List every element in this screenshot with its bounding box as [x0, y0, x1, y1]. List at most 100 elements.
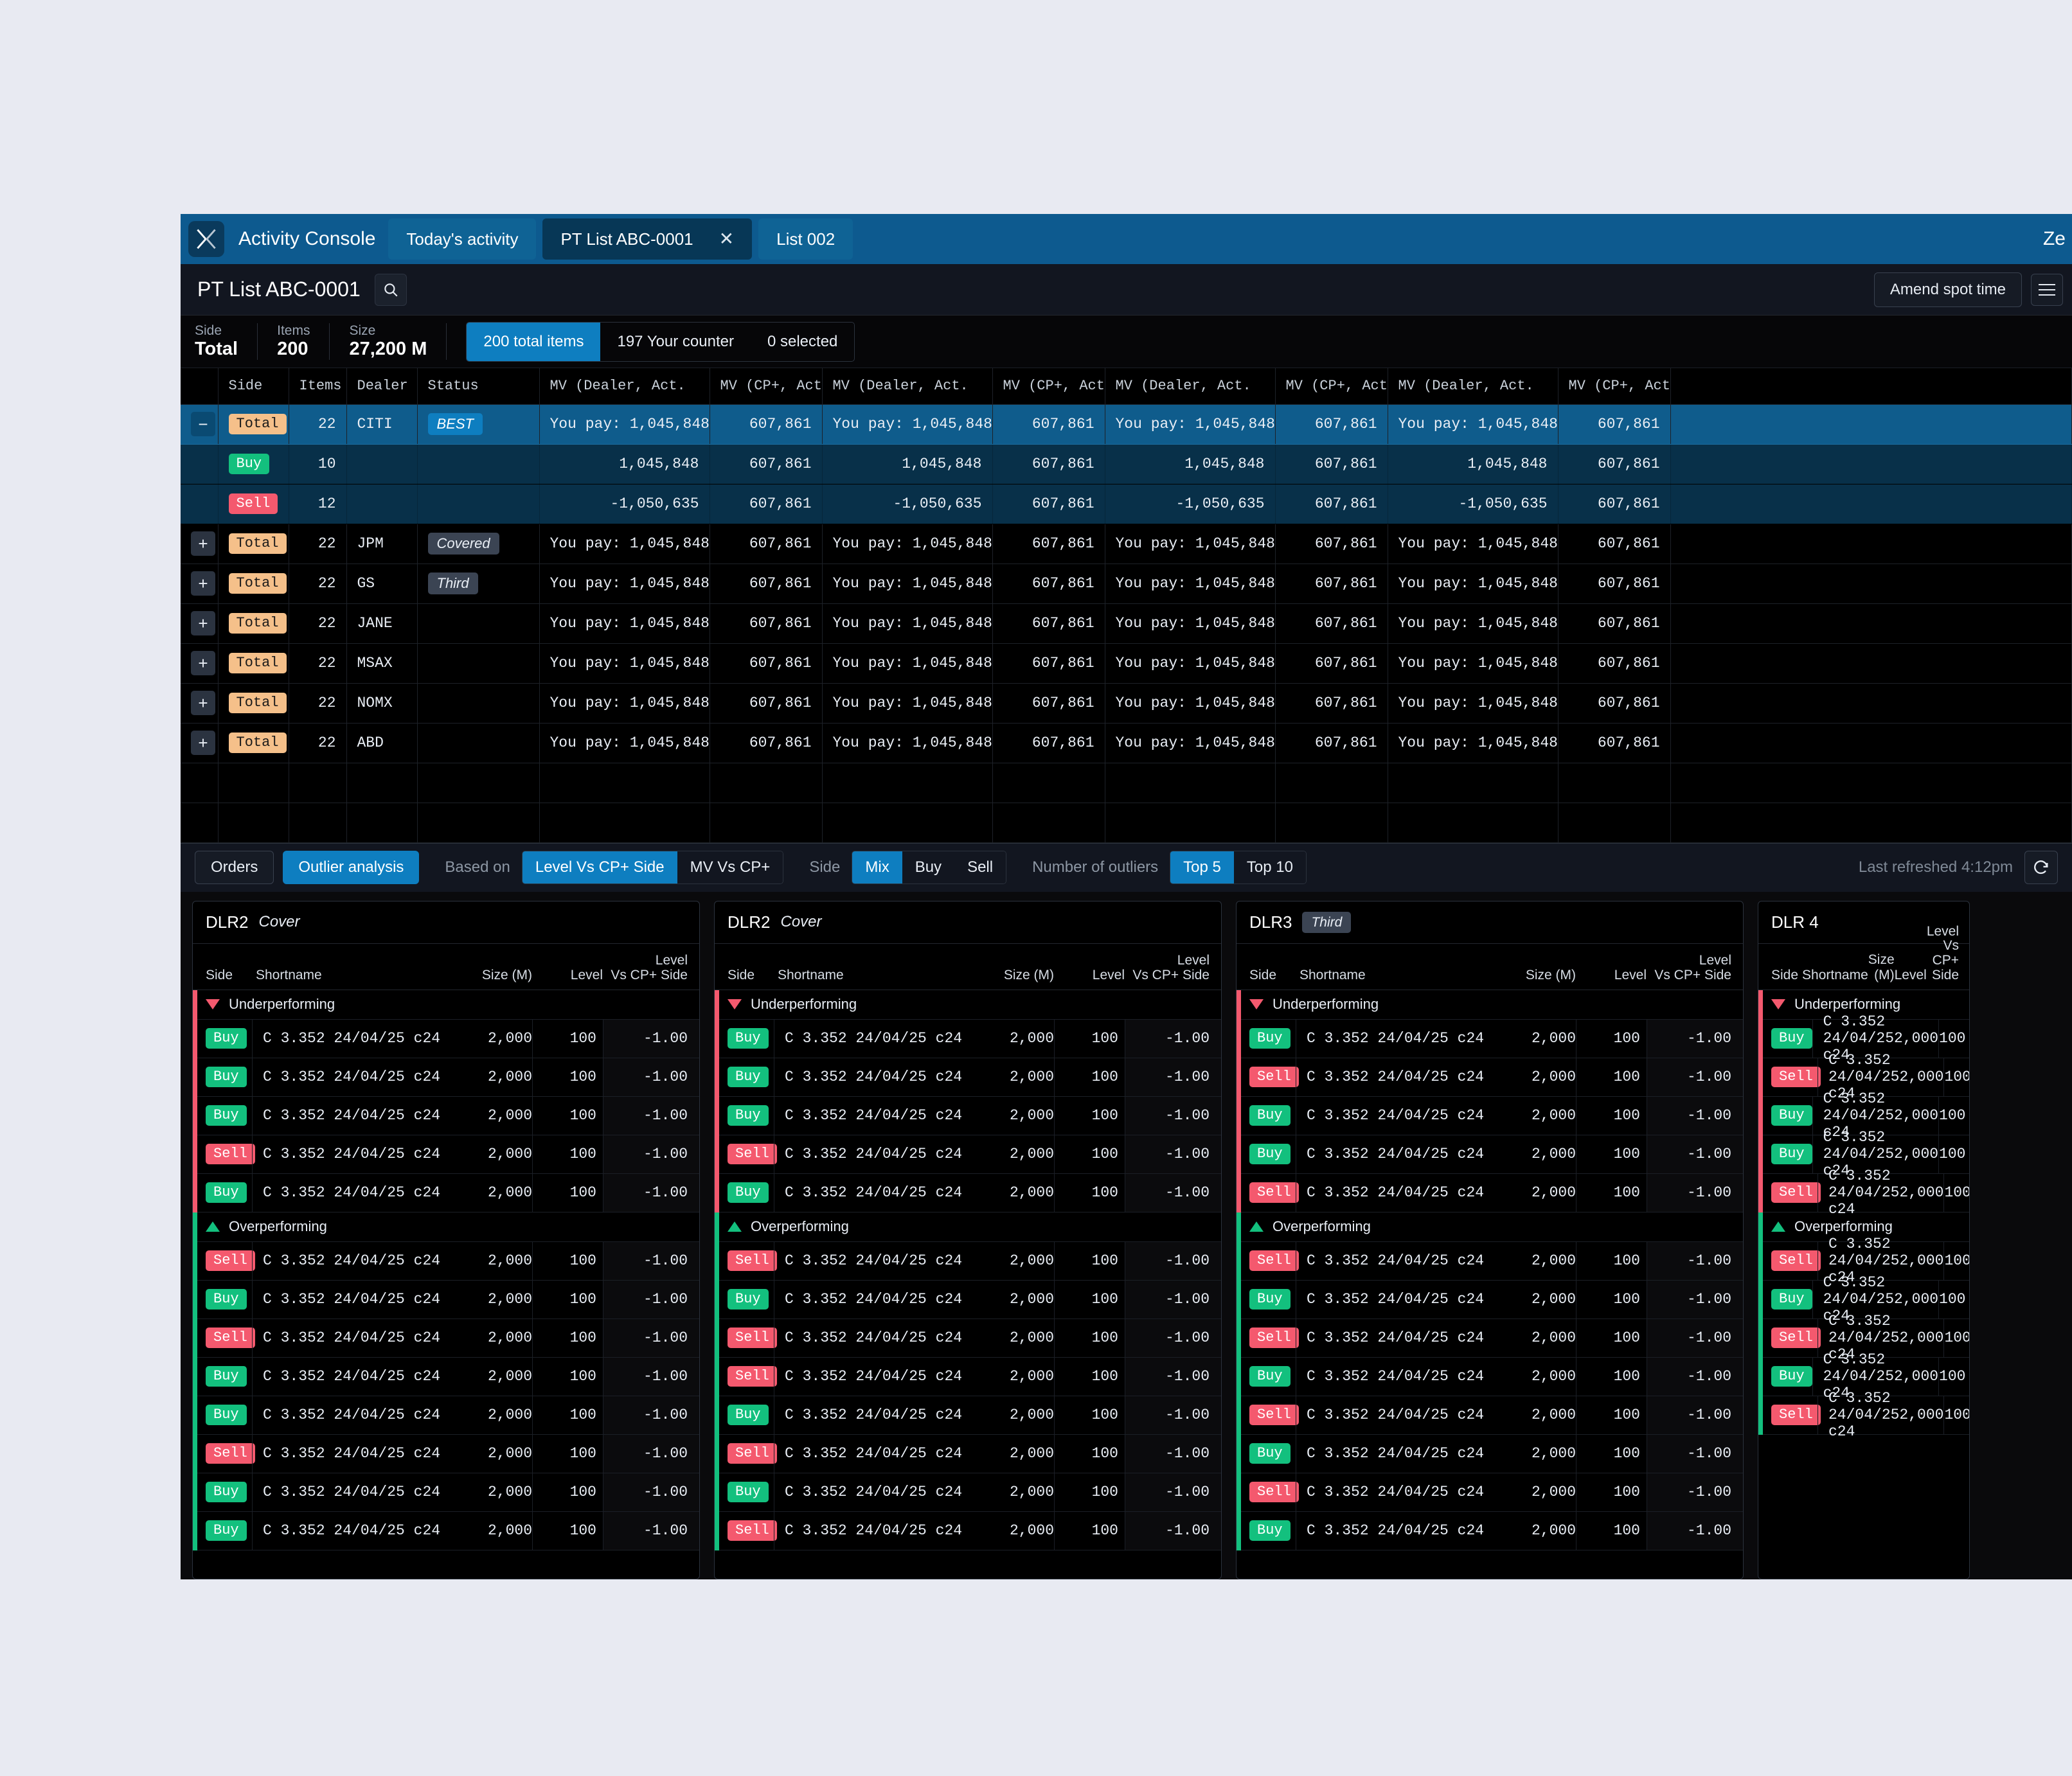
outlier-row[interactable]: BuyC 3.352 24/04/25 c24 2,000100-1.00: [715, 1058, 1221, 1097]
outlier-row[interactable]: BuyC 3.352 24/04/25 c24 2,000100-1.00: [193, 1473, 699, 1512]
expand-cell[interactable]: −: [181, 404, 219, 445]
outlier-row[interactable]: SellC 3.352 24/04/25 c242,000100-1.00: [193, 1319, 699, 1358]
table-row[interactable]: + Total 22 ABD You pay: 1,045,848 607,861 You …: [181, 723, 2072, 763]
outlier-row[interactable]: BuyC 3.352 24/04/25 c24 2,000100-1.00: [1237, 1434, 1743, 1473]
outlier-analysis-button[interactable]: Outlier analysis: [283, 851, 420, 884]
outlier-row[interactable]: SellC 3.352 24/04/25 c242,000100-1.00: [715, 1434, 1221, 1473]
outlier-row[interactable]: BuyC 3.352 24/04/25 c24 2,000100-1.00: [193, 1280, 699, 1319]
outlier-row[interactable]: BuyC 3.352 24/04/25 c24 2,000100-1.00: [193, 1019, 699, 1058]
card-col-level-vs-cp-side[interactable]: Level Vs CP+ Side: [603, 953, 699, 982]
refresh-icon[interactable]: [2024, 851, 2058, 884]
outlier-row[interactable]: BuyC 3.352 24/04/25 c24 2,000100-1.00: [193, 1396, 699, 1435]
orders-button[interactable]: Orders: [195, 851, 274, 884]
tab-list-002[interactable]: List 002: [758, 218, 853, 260]
outlier-row[interactable]: SellC 3.352 24/04/25 c242,000100-1.00: [1237, 1473, 1743, 1512]
outlier-row[interactable]: BuyC 3.352 24/04/25 c24 2,000100-1.00: [715, 1096, 1221, 1135]
outlier-row[interactable]: SellC 3.352 24/04/25 c242,000100-1.00: [193, 1434, 699, 1473]
col-side[interactable]: Side: [218, 368, 289, 405]
outlier-row[interactable]: SellC 3.352 24/04/25 c242,000100-1.00: [1758, 1390, 1969, 1440]
tab-pt-list-abc-0001[interactable]: PT List ABC-0001 ✕: [542, 218, 753, 260]
outlier-row[interactable]: BuyC 3.352 24/04/25 c24 2,000100-1.00: [193, 1096, 699, 1135]
outlier-row[interactable]: BuyC 3.352 24/04/25 c24 2,000100-1.00: [1237, 1135, 1743, 1174]
outlier-row[interactable]: SellC 3.352 24/04/25 c242,000100-1.00: [1237, 1319, 1743, 1358]
filter-your-counter[interactable]: 197 Your counter: [600, 323, 751, 361]
card-col-side[interactable]: Side: [1758, 968, 1798, 983]
outlier-row[interactable]: SellC 3.352 24/04/25 c242,000100-1.00: [715, 1357, 1221, 1396]
outlier-row[interactable]: SellC 3.352 24/04/25 c242,000100-1.00: [1237, 1396, 1743, 1435]
expand-toggle-icon[interactable]: +: [191, 531, 215, 556]
filter-selected[interactable]: 0 selected: [751, 323, 854, 361]
col-mv-cp-1[interactable]: MV (CP+, Act.): [710, 368, 823, 405]
card-col-level-vs-cp-side[interactable]: Level Vs CP+ Side: [1927, 924, 1969, 983]
outlier-row[interactable]: BuyC 3.352 24/04/25 c24 2,000100-1.00: [715, 1019, 1221, 1058]
hamburger-menu-icon[interactable]: [2031, 273, 2063, 306]
table-row[interactable]: Sell 12 -1,050,635 607,861 -1,050,635 607,861…: [181, 484, 2072, 524]
expand-toggle-icon[interactable]: +: [191, 571, 215, 596]
outlier-row[interactable]: BuyC 3.352 24/04/25 c24 2,000100-1.00: [193, 1511, 699, 1550]
outlier-row[interactable]: BuyC 3.352 24/04/25 c24 2,000100-1.00: [1237, 1096, 1743, 1135]
card-col-size[interactable]: Size (M): [964, 968, 1054, 983]
outlier-row[interactable]: BuyC 3.352 24/04/25 c24 2,000100-1.00: [1237, 1357, 1743, 1396]
outlier-row[interactable]: SellC 3.352 24/04/25 c242,000100-1.00: [715, 1511, 1221, 1550]
outlier-row[interactable]: SellC 3.352 24/04/25 c242,000100-1.00: [193, 1241, 699, 1281]
col-mv-dealer-2[interactable]: MV (Dealer, Act.: [822, 368, 993, 405]
outlier-row[interactable]: BuyC 3.352 24/04/25 c24 2,000100-1.00: [193, 1173, 699, 1212]
table-row[interactable]: + Total 22 JANE You pay: 1,045,848 607,861 You…: [181, 603, 2072, 644]
outlier-row[interactable]: SellC 3.352 24/04/25 c242,000100-1.00: [1758, 1168, 1969, 1218]
outlier-row[interactable]: SellC 3.352 24/04/25 c242,000100-1.00: [193, 1135, 699, 1174]
outlier-row[interactable]: SellC 3.352 24/04/25 c242,000100-1.00: [715, 1135, 1221, 1174]
card-col-level-vs-cp-side[interactable]: Level Vs CP+ Side: [1125, 953, 1221, 982]
expand-toggle-icon[interactable]: +: [191, 691, 215, 715]
card-col-side[interactable]: Side: [193, 968, 252, 983]
outlier-row[interactable]: BuyC 3.352 24/04/25 c24 2,000100-1.00: [715, 1173, 1221, 1212]
col-mv-cp-4[interactable]: MV (CP+, Act.): [1558, 368, 1671, 405]
outlier-row[interactable]: SellC 3.352 24/04/25 c242,000100-1.00: [1237, 1241, 1743, 1281]
side-mix[interactable]: Mix: [852, 851, 902, 884]
table-row[interactable]: + Total 22 MSAX You pay: 1,045,848 607,861 You…: [181, 643, 2072, 684]
card-col-size[interactable]: Size (M): [442, 968, 532, 983]
expand-cell[interactable]: +: [181, 643, 219, 684]
col-mv-dealer-4[interactable]: MV (Dealer, Act.: [1388, 368, 1558, 405]
card-col-side[interactable]: Side: [1237, 968, 1296, 983]
expand-cell[interactable]: +: [181, 683, 219, 724]
card-col-level[interactable]: Level: [1576, 968, 1647, 983]
card-col-side[interactable]: Side: [715, 968, 774, 983]
col-mv-dealer-1[interactable]: MV (Dealer, Act.: [539, 368, 710, 405]
close-icon[interactable]: ✕: [719, 230, 734, 248]
outlier-row[interactable]: SellC 3.352 24/04/25 c242,000100-1.00: [1237, 1058, 1743, 1097]
expand-cell[interactable]: +: [181, 603, 219, 644]
card-col-level[interactable]: Level: [1895, 968, 1927, 983]
outlier-row[interactable]: BuyC 3.352 24/04/25 c24 2,000100-1.00: [193, 1357, 699, 1396]
outliers-top-5[interactable]: Top 5: [1170, 851, 1234, 884]
search-icon[interactable]: [374, 273, 407, 306]
outlier-row[interactable]: BuyC 3.352 24/04/25 c24 2,000100-1.00: [1237, 1511, 1743, 1550]
outlier-row[interactable]: BuyC 3.352 24/04/25 c24 2,000100-1.00: [1237, 1019, 1743, 1058]
filter-total-items[interactable]: 200 total items: [467, 322, 601, 361]
outliers-top-10[interactable]: Top 10: [1233, 851, 1306, 884]
card-col-level[interactable]: Level: [1054, 968, 1125, 983]
expand-toggle-icon[interactable]: −: [191, 412, 215, 436]
col-items[interactable]: Items: [289, 368, 347, 405]
col-status[interactable]: Status: [417, 368, 540, 405]
outlier-row[interactable]: BuyC 3.352 24/04/25 c24 2,000100-1.00: [715, 1280, 1221, 1319]
col-mv-dealer-3[interactable]: MV (Dealer, Act.: [1105, 368, 1276, 405]
expand-toggle-icon[interactable]: +: [191, 651, 215, 675]
table-row[interactable]: − Total 22 CITI BEST You pay: 1,045,848 607,86…: [181, 404, 2072, 445]
table-row[interactable]: + Total 22 NOMX You pay: 1,045,848 607,861 You…: [181, 683, 2072, 724]
col-mv-cp-3[interactable]: MV (CP+, Act.): [1275, 368, 1388, 405]
card-col-shortname[interactable]: Shortname: [252, 968, 442, 983]
card-col-shortname[interactable]: Shortname: [1798, 968, 1868, 983]
col-mv-cp-2[interactable]: MV (CP+, Act.): [992, 368, 1105, 405]
side-buy[interactable]: Buy: [902, 851, 955, 884]
amend-spot-time-button[interactable]: Amend spot time: [1873, 272, 2022, 307]
card-col-level-vs-cp-side[interactable]: Level Vs CP+ Side: [1647, 953, 1743, 982]
expand-toggle-icon[interactable]: +: [191, 611, 215, 635]
card-col-size[interactable]: Size (M): [1486, 968, 1576, 983]
card-col-shortname[interactable]: Shortname: [774, 968, 964, 983]
outlier-row[interactable]: BuyC 3.352 24/04/25 c24 2,000100-1.00: [715, 1396, 1221, 1435]
outlier-row[interactable]: SellC 3.352 24/04/25 c242,000100-1.00: [1237, 1173, 1743, 1212]
expand-cell[interactable]: +: [181, 564, 219, 604]
table-row[interactable]: Buy 10 1,045,848 607,861 1,045,848 607,861 1,0…: [181, 444, 2072, 484]
card-col-level[interactable]: Level: [532, 968, 603, 983]
outlier-row[interactable]: BuyC 3.352 24/04/25 c24 2,000100-1.00: [1237, 1280, 1743, 1319]
